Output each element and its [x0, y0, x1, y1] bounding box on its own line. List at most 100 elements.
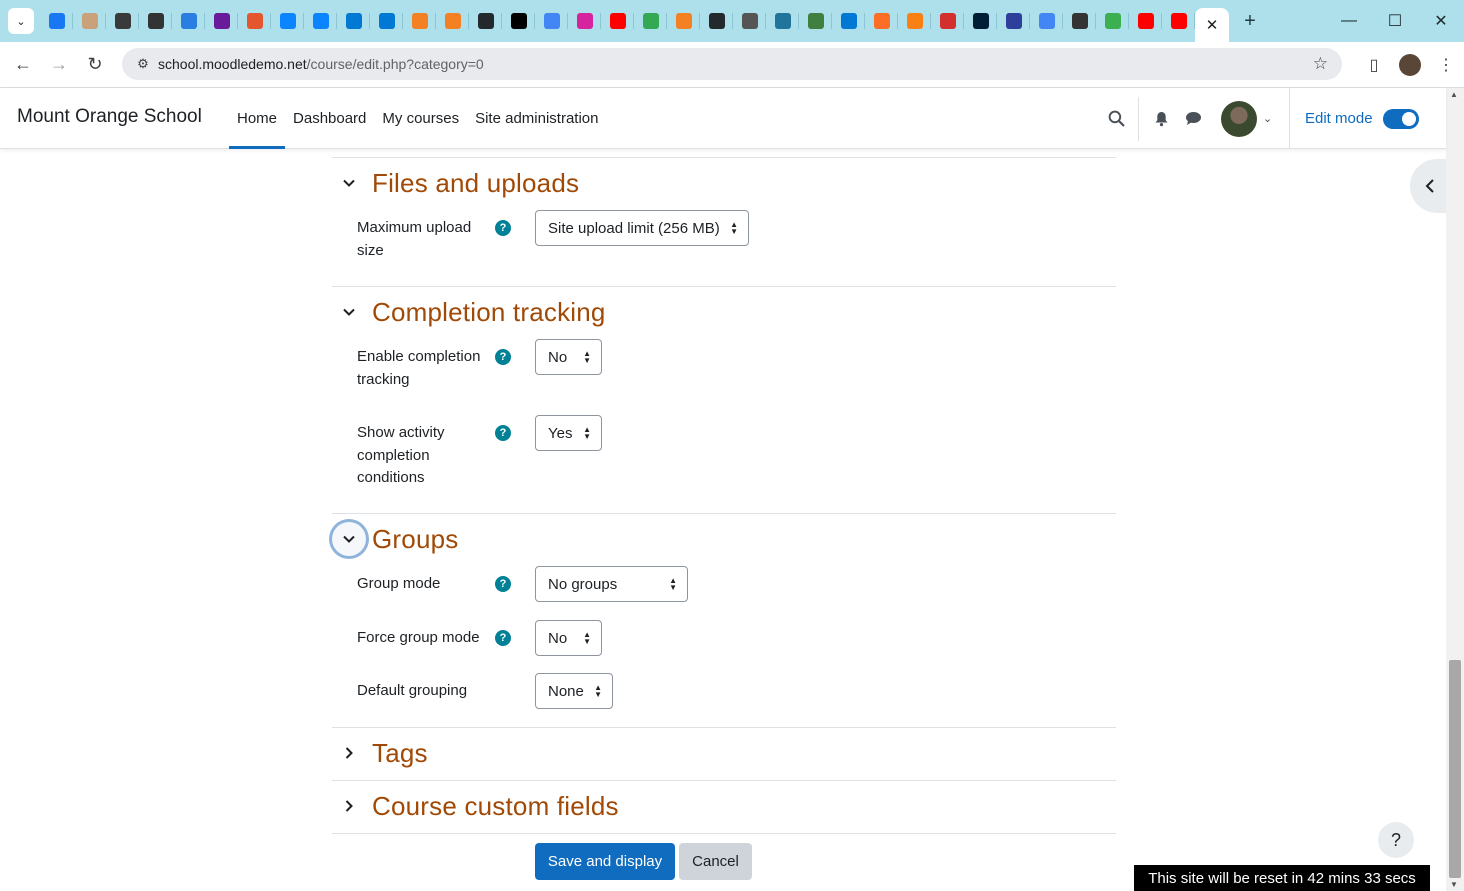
tab-google-icon[interactable] — [535, 0, 568, 42]
tab-youtube-icon[interactable] — [1162, 0, 1195, 42]
save-and-display-button[interactable]: Save and display — [535, 843, 675, 880]
tab-edge-icon[interactable] — [304, 0, 337, 42]
tab-youtube-icon[interactable] — [1129, 0, 1162, 42]
enable-completion-label: Enable completion tracking — [357, 348, 481, 388]
max-upload-select[interactable]: Site upload limit (256 MB) ▲ ▼ — [535, 210, 749, 246]
tab-ms-icon[interactable] — [832, 0, 865, 42]
search-icon[interactable] — [1100, 103, 1132, 135]
tab-pr-icon[interactable] — [106, 0, 139, 42]
help-button[interactable]: ? — [1378, 822, 1414, 858]
profile-avatar-icon[interactable] — [1399, 54, 1421, 76]
youtube-icon — [609, 13, 626, 29]
tab-frog-icon[interactable] — [799, 0, 832, 42]
tab-youtube-icon[interactable] — [601, 0, 634, 42]
nav-home[interactable]: Home — [229, 88, 286, 149]
open-block-drawer-button[interactable] — [1410, 159, 1446, 213]
site-brand[interactable]: Mount Orange School — [17, 106, 202, 128]
tab-search-button[interactable]: ⌄ — [8, 8, 34, 34]
edit-mode-toggle[interactable] — [1382, 108, 1419, 129]
force-group-mode-select[interactable]: No ▲ ▼ — [535, 620, 602, 656]
bell-icon[interactable] — [1145, 103, 1177, 135]
close-window-icon[interactable]: ✕ — [1418, 0, 1464, 42]
enable-completion-select[interactable]: No ▲ ▼ — [535, 339, 602, 375]
tab-moodle-icon[interactable] — [898, 0, 931, 42]
chevron-down-icon[interactable] — [332, 295, 366, 329]
default-grouping-select[interactable]: None ▲ ▼ — [535, 673, 613, 709]
help-icon[interactable]: ? — [495, 349, 511, 365]
scroll-up-icon[interactable]: ▲ — [1450, 90, 1458, 99]
tab-wordpress-icon[interactable] — [766, 0, 799, 42]
scroll-down-icon[interactable]: ▼ — [1450, 880, 1458, 889]
user-avatar[interactable] — [1221, 100, 1257, 137]
help-icon[interactable]: ? — [495, 425, 511, 441]
nav-dashboard[interactable]: Dashboard — [285, 88, 374, 149]
back-icon[interactable]: ← — [5, 47, 41, 83]
forward-icon[interactable]: → — [41, 47, 77, 83]
minimize-icon[interactable]: — — [1326, 0, 1372, 42]
tab-notion-icon[interactable] — [502, 0, 535, 42]
url-text[interactable]: school.moodledemo.net/course/edit.php?ca… — [158, 56, 484, 72]
maximize-icon[interactable]: ☐ — [1372, 0, 1418, 42]
nav-site-administration[interactable]: Site administration — [467, 88, 606, 149]
max-upload-label: Maximum upload size — [357, 219, 472, 259]
tab-gitlab-icon[interactable] — [865, 0, 898, 42]
url-path: /course/edit.php?category=0 — [306, 56, 484, 72]
chevron-right-icon[interactable] — [332, 789, 366, 823]
tab-stack-icon[interactable] — [436, 0, 469, 42]
group-mode-select[interactable]: No groups ▲ ▼ — [535, 566, 688, 602]
section-tags-title[interactable]: Tags — [372, 738, 428, 769]
address-bar[interactable]: ⚙ school.moodledemo.net/course/edit.php?… — [122, 48, 1342, 80]
chevron-down-icon[interactable] — [332, 522, 366, 556]
tab-cat-icon[interactable] — [1063, 0, 1096, 42]
scrollbar-thumb[interactable] — [1449, 660, 1461, 878]
browser-tab-strip: ⌄ ✕ + — ☐ ✕ — [0, 0, 1464, 42]
section-divider — [332, 833, 1116, 834]
chevron-down-icon[interactable] — [332, 166, 366, 200]
messages-icon[interactable] — [1177, 103, 1209, 135]
tab-stack-icon[interactable] — [403, 0, 436, 42]
tab-c-icon[interactable] — [931, 0, 964, 42]
tab-star-icon[interactable] — [997, 0, 1030, 42]
help-icon[interactable]: ? — [495, 576, 511, 592]
reload-icon[interactable]: ↻ — [77, 47, 113, 83]
chevron-right-icon[interactable] — [332, 736, 366, 770]
tab-facebook-icon[interactable] — [40, 0, 73, 42]
chevron-down-icon[interactable]: ⌄ — [1263, 112, 1272, 125]
tab-ms-icon[interactable] — [370, 0, 403, 42]
tab-edge-icon[interactable] — [271, 0, 304, 42]
section-completion-title[interactable]: Completion tracking — [372, 297, 606, 328]
site-info-icon[interactable]: ⚙ — [128, 56, 158, 72]
section-groups-title[interactable]: Groups — [372, 524, 458, 555]
tab-photoshop-icon[interactable] — [964, 0, 997, 42]
tab-arrow-icon[interactable] — [172, 0, 205, 42]
show-completion-select[interactable]: Yes ▲ ▼ — [535, 415, 602, 451]
tab-ms-icon[interactable] — [337, 0, 370, 42]
tab-avatar-icon[interactable] — [73, 0, 106, 42]
tab-github-icon[interactable] — [700, 0, 733, 42]
tab-stack-icon[interactable] — [667, 0, 700, 42]
page-scrollbar[interactable]: ▲ ▼ — [1446, 88, 1464, 891]
new-tab-button[interactable]: + — [1235, 6, 1265, 36]
tab-instagram-icon[interactable] — [568, 0, 601, 42]
navbar-divider — [1138, 96, 1139, 141]
tab-chatgpt-icon[interactable] — [733, 0, 766, 42]
section-completion-header: Completion tracking — [332, 295, 606, 329]
section-files-title[interactable]: Files and uploads — [372, 168, 579, 199]
active-tab-close-icon[interactable]: ✕ — [1195, 8, 1229, 42]
menu-dots-icon[interactable]: ⋮ — [1428, 47, 1464, 83]
tab-puzzle-icon[interactable] — [238, 0, 271, 42]
tab-google-icon[interactable] — [1030, 0, 1063, 42]
tab-bookmark-icon[interactable] — [139, 0, 172, 42]
cancel-button[interactable]: Cancel — [679, 843, 752, 880]
section-custom-title[interactable]: Course custom fields — [372, 791, 619, 822]
tab-maps-icon[interactable] — [634, 0, 667, 42]
side-panel-icon[interactable]: ▯ — [1356, 47, 1392, 83]
tab-github-icon[interactable] — [469, 0, 502, 42]
tab-net-icon[interactable] — [1096, 0, 1129, 42]
bookmark-star-icon[interactable]: ☆ — [1313, 54, 1328, 74]
help-icon[interactable]: ? — [495, 630, 511, 646]
chevron-left-icon — [1425, 179, 1434, 193]
nav-my-courses[interactable]: My courses — [374, 88, 467, 149]
tab-mail-icon[interactable] — [205, 0, 238, 42]
help-icon[interactable]: ? — [495, 220, 511, 236]
